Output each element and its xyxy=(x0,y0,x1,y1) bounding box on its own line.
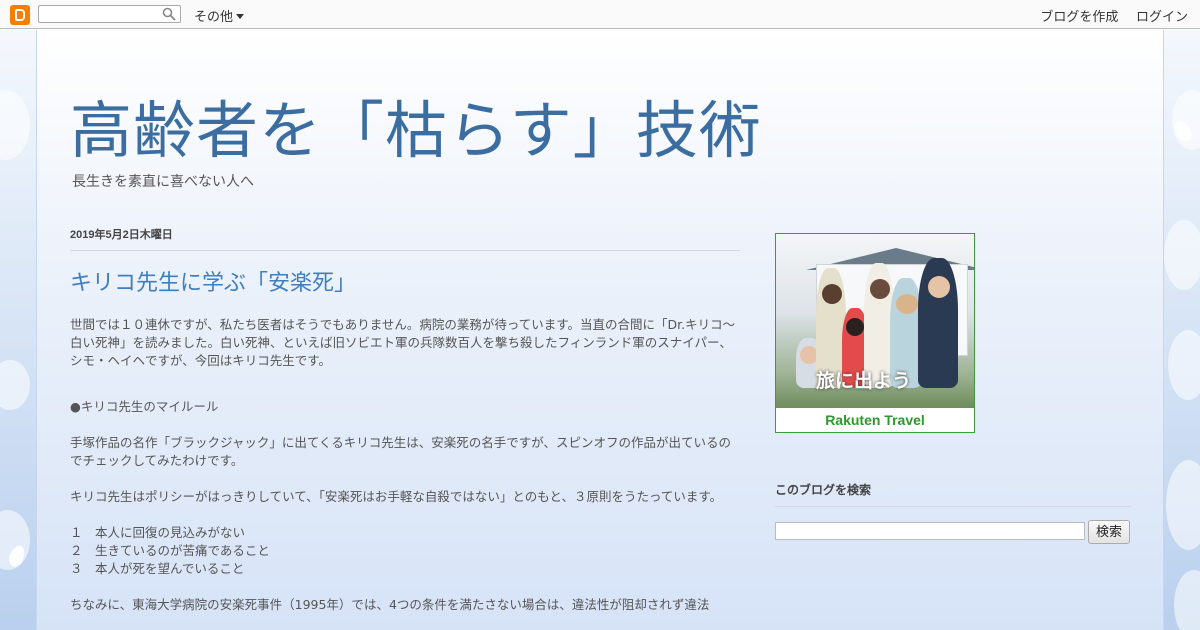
post-title[interactable]: キリコ先生に学ぶ「安楽死」 xyxy=(70,265,356,297)
rakuten-travel-ad[interactable]: 旅に出よう Rakuten Travel xyxy=(775,233,975,433)
navbar-search-input[interactable] xyxy=(38,5,181,23)
blog-title[interactable]: 高齢者を「枯らす」技術 xyxy=(70,80,762,170)
search-icon[interactable] xyxy=(162,7,176,21)
blog-search-input[interactable] xyxy=(775,522,1085,540)
right-decoration xyxy=(1164,30,1200,630)
post-paragraph: ちなみに、東海大学病院の安楽死事件（1995年）では、4つの条件を満たさない場合… xyxy=(70,597,710,612)
blogger-navbar: その他 ブログを作成 ログイン xyxy=(0,0,1200,29)
caret-down-icon xyxy=(236,14,245,19)
post-paragraph: 世間では１０連休ですが、私たち医者はそうでもありません。病院の業務が待っています… xyxy=(70,317,736,368)
create-blog-link[interactable]: ブログを作成 xyxy=(1040,9,1118,24)
left-decoration xyxy=(0,30,36,630)
blog-description: 長生きを素直に喜べない人へ xyxy=(72,174,254,190)
list-item: ２ 生きているのが苦痛であること xyxy=(70,543,270,558)
blogger-logo-icon[interactable] xyxy=(10,5,30,25)
search-widget-title: このブログを検索 xyxy=(775,481,1131,507)
list-item: ３ 本人が死を望んでいること xyxy=(70,561,245,576)
list-item: １ 本人に回復の見込みがない xyxy=(70,525,246,540)
ad-headline: 旅に出よう xyxy=(816,370,912,392)
post-body: 世間では１０連休ですが、私たち医者はそうでもありません。病院の業務が待っています… xyxy=(70,316,742,614)
post-paragraph: 手塚作品の名作「ブラックジャック」に出てくるキリコ先生は、安楽死の名手ですが、ス… xyxy=(70,435,732,468)
search-button[interactable]: 検索 xyxy=(1088,520,1130,544)
post-date: 2019年5月2日木曜日 xyxy=(70,226,740,251)
more-menu[interactable]: その他 xyxy=(194,6,245,25)
more-menu-label: その他 xyxy=(194,9,234,24)
post-paragraph: キリコ先生はポリシーがはっきりしていて、「安楽死はお手軽な自殺ではない」とのもと… xyxy=(70,489,723,504)
post-heading: ●キリコ先生のマイルール xyxy=(70,399,219,414)
rakuten-travel-logo: Rakuten Travel xyxy=(776,408,974,432)
login-link[interactable]: ログイン xyxy=(1136,9,1188,24)
